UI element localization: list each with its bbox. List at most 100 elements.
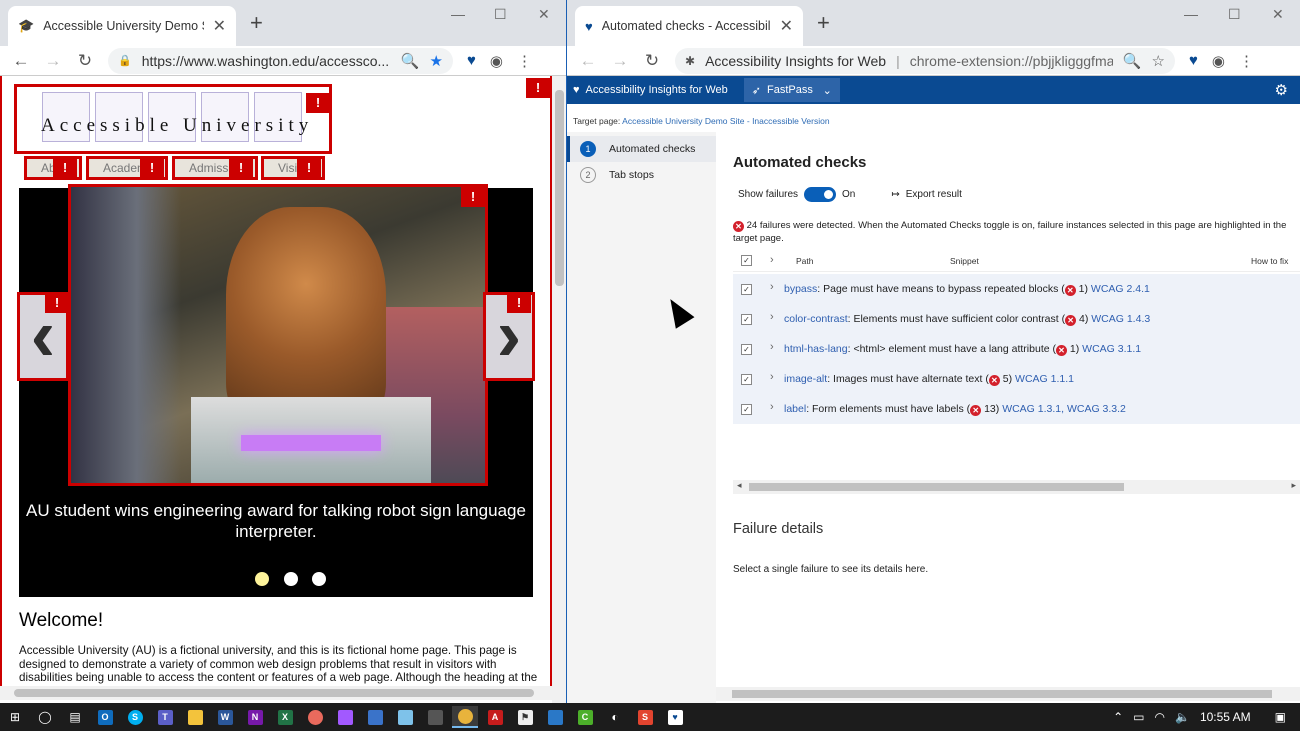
- snipping-icon[interactable]: [302, 706, 328, 728]
- carousel-next-button[interactable]: › !: [483, 292, 535, 381]
- wcag-link[interactable]: WCAG 1.4.3: [1091, 313, 1150, 325]
- slides-app-icon[interactable]: S: [632, 706, 658, 728]
- row-checkbox[interactable]: ✓: [741, 284, 752, 295]
- task-view-icon[interactable]: ▤: [62, 706, 88, 728]
- accessibility-insights-taskbar-icon[interactable]: ♥: [662, 706, 688, 728]
- bottom-scrollbar[interactable]: [716, 687, 1300, 701]
- results-horizontal-scrollbar[interactable]: ◂ ▸: [733, 480, 1300, 494]
- failure-flag[interactable]: !: [140, 158, 164, 178]
- forward-button[interactable]: →: [44, 51, 62, 71]
- new-tab-button[interactable]: +: [250, 12, 263, 34]
- bird-app-icon[interactable]: ⚑: [512, 706, 538, 728]
- acrobat-icon[interactable]: A: [482, 706, 508, 728]
- green-app-icon[interactable]: C: [572, 706, 598, 728]
- skype-icon[interactable]: S: [122, 706, 148, 728]
- profile-icon[interactable]: ◉: [490, 52, 503, 70]
- rule-id[interactable]: bypass: [784, 283, 817, 295]
- chevron-right-icon[interactable]: ›: [770, 254, 774, 266]
- row-checkbox[interactable]: ✓: [741, 344, 752, 355]
- profile-icon[interactable]: ◉: [1212, 52, 1225, 70]
- chevron-up-icon[interactable]: ⌃: [1113, 710, 1123, 724]
- nav-item-automated-checks[interactable]: 1 Automated checks: [567, 136, 716, 162]
- horizontal-scrollbar[interactable]: [0, 686, 552, 700]
- back-button[interactable]: ←: [579, 51, 597, 71]
- carousel-dot-active[interactable]: [255, 572, 269, 586]
- clock-time[interactable]: 10:55 AM: [1200, 710, 1251, 724]
- scroll-left-icon[interactable]: ◂: [737, 480, 742, 491]
- battery-icon[interactable]: ▭: [1133, 710, 1144, 724]
- rule-row-bypass[interactable]: ✓ › bypass: Page must have means to bypa…: [733, 274, 1300, 304]
- address-bar[interactable]: 🔒 https://www.washington.edu/accessco...…: [108, 47, 453, 74]
- carousel-dot[interactable]: [312, 572, 326, 586]
- close-tab-icon[interactable]: ✕: [213, 16, 226, 36]
- failure-flag[interactable]: !: [229, 158, 253, 178]
- row-checkbox[interactable]: ✓: [741, 374, 752, 385]
- close-tab-icon[interactable]: ✕: [780, 16, 793, 36]
- chevron-right-icon[interactable]: ›: [770, 311, 774, 323]
- figma-icon[interactable]: [332, 706, 358, 728]
- rule-row-color-contrast[interactable]: ✓ › color-contrast: Elements must have s…: [733, 304, 1300, 334]
- outlook-icon[interactable]: O: [92, 706, 118, 728]
- menu-icon[interactable]: ⋮: [1239, 52, 1254, 70]
- accessibility-insights-extension-icon[interactable]: ♥: [1189, 52, 1198, 69]
- excel-icon[interactable]: X: [272, 706, 298, 728]
- wcag-link[interactable]: WCAG 2.4.1: [1091, 283, 1150, 295]
- reload-button[interactable]: ↻: [76, 51, 94, 71]
- row-checkbox[interactable]: ✓: [741, 404, 752, 415]
- failure-flag[interactable]: !: [526, 78, 550, 98]
- window-app-icon[interactable]: [542, 706, 568, 728]
- accessibility-insights-extension-icon[interactable]: ♥: [467, 52, 476, 69]
- export-result-button[interactable]: Export result: [906, 189, 962, 200]
- file-explorer-icon[interactable]: [182, 706, 208, 728]
- onenote-icon[interactable]: N: [242, 706, 268, 728]
- scrollbar-thumb[interactable]: [555, 90, 564, 286]
- rule-row-image-alt[interactable]: ✓ › image-alt: Images must have alternat…: [733, 364, 1300, 394]
- wifi-icon[interactable]: ◠: [1155, 710, 1165, 724]
- chevron-right-icon[interactable]: ›: [770, 281, 774, 293]
- failure-flag[interactable]: !: [306, 93, 330, 113]
- minimize-button[interactable]: —: [451, 6, 465, 22]
- select-all-checkbox[interactable]: ✓: [741, 255, 752, 266]
- maximize-button[interactable]: ☐: [1228, 6, 1241, 23]
- address-bar[interactable]: ✱ Accessibility Insights for Web | chrom…: [675, 47, 1175, 74]
- chevron-right-icon[interactable]: ›: [770, 371, 774, 383]
- row-checkbox[interactable]: ✓: [741, 314, 752, 325]
- chevron-right-icon[interactable]: ›: [770, 401, 774, 413]
- failure-flag[interactable]: !: [297, 158, 321, 178]
- visual-studio-icon[interactable]: [362, 706, 388, 728]
- wcag-link[interactable]: WCAG 1.3.1, WCAG 3.3.2: [1002, 403, 1126, 415]
- volume-icon[interactable]: 🔈: [1175, 710, 1190, 724]
- failure-flag[interactable]: !: [461, 187, 485, 207]
- tab-accessible-university[interactable]: 🎓 Accessible University Demo Site ✕: [8, 6, 236, 46]
- chrome-icon[interactable]: [452, 706, 478, 728]
- maximize-button[interactable]: ☐: [494, 6, 507, 23]
- show-failures-toggle[interactable]: [804, 187, 837, 202]
- failure-flag[interactable]: !: [507, 293, 531, 313]
- media-app-icon[interactable]: ◐: [602, 706, 628, 728]
- scroll-right-icon[interactable]: ▸: [1291, 480, 1296, 491]
- notifications-icon[interactable]: ▣: [1275, 710, 1286, 724]
- carousel-prev-button[interactable]: ‹ !: [17, 292, 69, 381]
- rule-id[interactable]: image-alt: [784, 373, 827, 385]
- target-page-link[interactable]: Accessible University Demo Site - Inacce…: [622, 116, 829, 126]
- vertical-scrollbar[interactable]: [552, 76, 566, 703]
- mode-switcher[interactable]: ➶ FastPass ⌄: [743, 78, 840, 102]
- notes-icon[interactable]: [392, 706, 418, 728]
- tab-automated-checks[interactable]: ♥ Automated checks - Accessibility ✕: [575, 6, 803, 46]
- rule-id[interactable]: label: [784, 403, 806, 415]
- word-icon[interactable]: W: [212, 706, 238, 728]
- bookmark-star-icon[interactable]: ☆: [1152, 52, 1165, 70]
- reload-button[interactable]: ↻: [643, 51, 661, 71]
- teams-icon[interactable]: T: [152, 706, 178, 728]
- rule-id[interactable]: html-has-lang: [784, 343, 848, 355]
- failure-flag[interactable]: !: [53, 158, 77, 178]
- carousel-dot[interactable]: [284, 572, 298, 586]
- scrollbar-thumb[interactable]: [749, 483, 1124, 491]
- zoom-icon[interactable]: 🔍: [401, 52, 420, 70]
- start-windows-icon[interactable]: ⊞: [2, 706, 28, 728]
- terminal-icon[interactable]: [422, 706, 448, 728]
- wcag-link[interactable]: WCAG 1.1.1: [1015, 373, 1074, 385]
- minimize-button[interactable]: —: [1184, 6, 1198, 22]
- scrollbar-thumb[interactable]: [732, 690, 1272, 698]
- bookmark-star-icon[interactable]: ★: [430, 52, 443, 70]
